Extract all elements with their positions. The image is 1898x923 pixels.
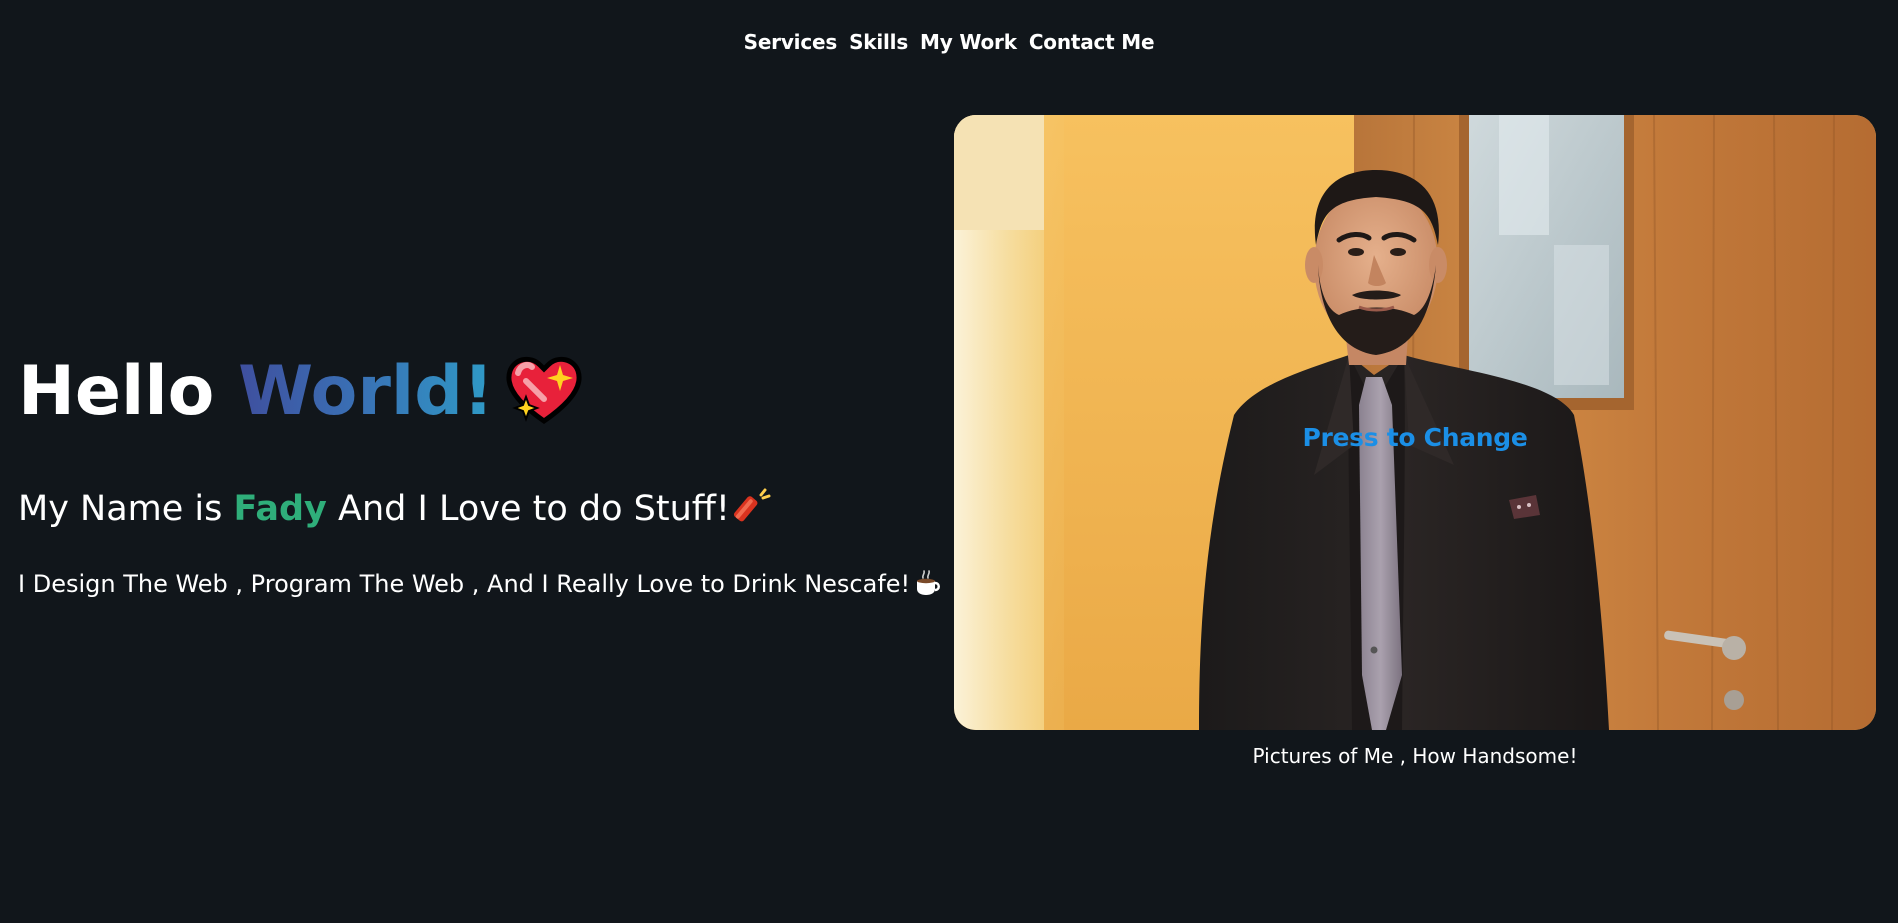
hero-subtitle: My Name is Fady And I Love to do Stuff! (18, 484, 772, 534)
hero-tagline: I Design The Web , Program The Web , And… (18, 566, 942, 602)
nav-link-contact-me[interactable]: Contact Me (1029, 30, 1155, 54)
hero-title-hello: Hello (18, 352, 215, 431)
profile-photo[interactable]: Press to Change (954, 115, 1876, 730)
top-nav: Services Skills My Work Contact Me (0, 30, 1898, 54)
hot-beverage-icon (917, 570, 941, 595)
firecracker-icon (733, 488, 771, 522)
hero-title: Hello World! (18, 352, 584, 432)
tagline-text: I Design The Web , Program The Web , And… (18, 570, 911, 598)
subtitle-name: Fady (233, 489, 327, 529)
nav-link-my-work[interactable]: My Work (920, 30, 1017, 54)
press-to-change-button[interactable]: Press to Change (954, 423, 1876, 452)
subtitle-prefix: My Name is (18, 489, 223, 529)
subtitle-suffix: And I Love to do Stuff! (338, 489, 730, 529)
nav-link-skills[interactable]: Skills (849, 30, 908, 54)
nav-link-services[interactable]: Services (744, 30, 838, 54)
hero-title-world: World! (238, 352, 494, 431)
photo-caption: Pictures of Me , How Handsome! (1252, 744, 1578, 768)
sparkling-heart-icon (506, 357, 582, 425)
